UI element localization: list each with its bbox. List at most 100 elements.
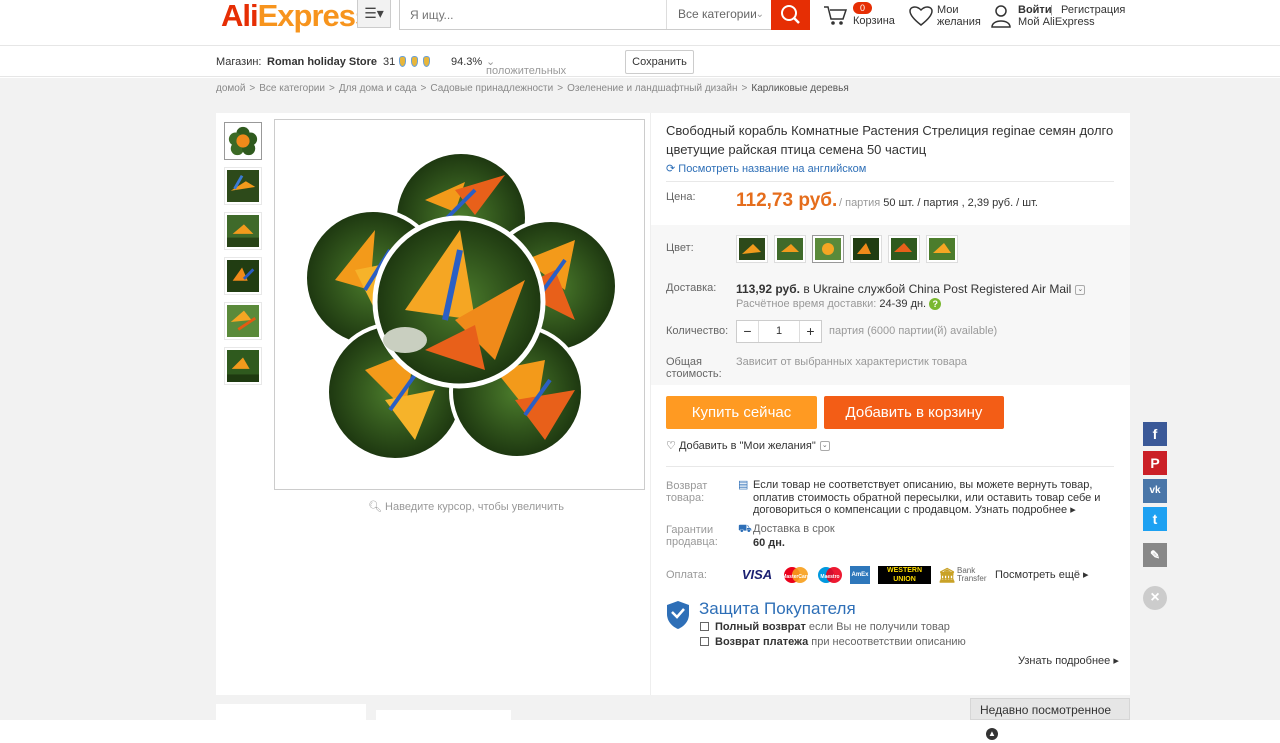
save-store-button[interactable]: Сохранить (625, 50, 694, 74)
facebook-share-icon[interactable]: f (1143, 422, 1167, 446)
product-thumbnail-image (227, 260, 259, 292)
store-score: 31 (383, 56, 396, 68)
category-menu-button[interactable]: ☰▾ (357, 0, 391, 28)
main-product-image[interactable] (274, 119, 645, 490)
quantity-label: Количество: (666, 325, 729, 337)
breadcrumb-item[interactable]: Садовые принадлежности (430, 83, 553, 94)
chevron-up-icon: ▲ (986, 728, 998, 740)
pinterest-share-icon[interactable]: P (1143, 451, 1167, 475)
color-swatch[interactable] (812, 235, 844, 263)
search-icon (781, 5, 800, 24)
returns-label: Возврат товара: (666, 480, 708, 504)
thumbnail[interactable] (224, 122, 262, 160)
search-button[interactable] (771, 0, 810, 30)
returns-more-link[interactable]: Узнать подробнее (975, 504, 1067, 516)
close-icon[interactable]: × (1143, 586, 1167, 610)
quantity-stepper: − 1 + (736, 320, 822, 343)
thumbnail[interactable] (224, 212, 262, 250)
total-note: Зависит от выбранных характеристик товар… (736, 356, 967, 368)
aliexpress-logo[interactable]: AliExpress (221, 0, 372, 33)
vk-share-icon[interactable]: vk (1143, 479, 1167, 503)
buyer-protection-title: Защита Покупателя (699, 599, 856, 618)
my-aliexpress-link[interactable]: Мой AliExpress (1018, 16, 1095, 29)
total-label: Общая стоимость: (666, 356, 722, 380)
quantity-input[interactable]: 1 (759, 321, 799, 342)
translate-title-link[interactable]: ⟳ Посмотреть название на английском (666, 162, 866, 175)
store-name[interactable]: Roman holiday Store (267, 56, 377, 69)
thumbnail[interactable] (224, 167, 262, 205)
color-swatch[interactable] (736, 235, 768, 263)
quantity-note: партия (6000 партии(й) available) (829, 325, 998, 337)
returns-icon: ▤ (738, 479, 749, 491)
add-to-cart-button[interactable]: Добавить в корзину (824, 396, 1004, 429)
column-divider (650, 113, 651, 695)
protection-item: Возврат платежа при несоответствии описа… (700, 636, 966, 648)
visa-icon: VISA (741, 567, 773, 582)
buy-now-button[interactable]: Купить сейчас (666, 396, 817, 429)
swatch-image (815, 238, 841, 260)
breadcrumb-home[interactable]: домой (216, 83, 245, 94)
swatch-image (929, 238, 955, 260)
swatch-image (777, 238, 803, 260)
swatch-image (891, 238, 917, 260)
breadcrumb-item[interactable]: Озеленение и ландшафтный дизайн (567, 83, 737, 94)
search-bar: Все категории⌄ (399, 0, 810, 30)
delivery-option[interactable]: 113,92 руб. в Ukraine службой China Post… (736, 282, 1086, 296)
payment-more-link[interactable]: Посмотреть ещё ▸ (995, 569, 1089, 582)
product-price: 112,73 руб. (736, 190, 838, 211)
maestro-icon: Maestro (816, 566, 844, 584)
positive-feedback-dropdown[interactable]: положительных отзывов ⌄ (486, 56, 566, 90)
store-bar: Магазин: Roman holiday Store 31 94.3% по… (0, 47, 1280, 90)
mastercard-icon: MasterCard (782, 566, 810, 584)
category-select[interactable]: Все категории ⌄ (666, 0, 772, 29)
breadcrumb-item[interactable]: Все категории (259, 83, 325, 94)
bank-transfer-label: Bank Transfer (957, 566, 987, 583)
medal-icon (399, 56, 406, 67)
color-swatch[interactable] (774, 235, 806, 263)
product-thumbnail-image (227, 215, 259, 247)
bird-of-paradise-flower-image (303, 150, 619, 462)
medal-icon (423, 56, 430, 67)
product-thumbnail-image (227, 305, 259, 337)
delivery-time: Расчётное время доставки: 24-39 дн. ? (736, 298, 942, 310)
zoom-hint: 🔍︎ Наведите курсор, чтобы увеличить (368, 501, 564, 513)
checkbox-icon (700, 637, 709, 646)
search-input[interactable] (410, 6, 650, 24)
thumbnail[interactable] (224, 257, 262, 295)
price-unit: / партия 50 шт. / партия , 2,39 руб. / ш… (839, 197, 1038, 209)
store-label: Магазин: (216, 56, 262, 68)
recently-viewed-bar[interactable]: Недавно посмотренное ▲ (970, 698, 1130, 740)
color-swatch[interactable] (926, 235, 958, 263)
product-thumbnail-image (227, 170, 259, 202)
product-thumbnail-image (228, 126, 258, 156)
product-thumbnail-image (227, 350, 259, 382)
maestro-wordmark: Maestro (820, 574, 839, 580)
amex-icon: AmEx (850, 566, 870, 584)
twitter-share-icon[interactable]: t (1143, 507, 1167, 531)
color-swatch[interactable] (850, 235, 882, 263)
thumbnail[interactable] (224, 347, 262, 385)
heart-icon (909, 6, 933, 26)
edit-icon[interactable]: ✎ (1143, 543, 1167, 567)
color-swatch[interactable] (888, 235, 920, 263)
swatch-image (739, 238, 765, 260)
add-to-wishlist-link[interactable]: ♡ Добавить в "Мои желания" ⌄ (666, 440, 830, 453)
increase-quantity-button[interactable]: + (799, 321, 821, 342)
translate-icon: ⟳ (666, 163, 676, 175)
positive-percent: 94.3% (451, 56, 483, 68)
guarantee-title: Доставка в срок (753, 523, 835, 535)
top-header: AliExpress ☰▾ Все категории⌄ 0 Корзина М… (0, 0, 1280, 46)
thumbnail[interactable] (224, 302, 262, 340)
help-icon[interactable]: ? (929, 298, 942, 310)
medal-icon (411, 56, 418, 67)
delivery-label: Доставка: (666, 282, 717, 294)
user-icon (991, 5, 1011, 28)
chevron-down-icon: ⌄ (819, 441, 830, 452)
decrease-quantity-button[interactable]: − (737, 321, 759, 342)
breadcrumb-item[interactable]: Для дома и сада (339, 83, 417, 94)
protection-more-link[interactable]: Узнать подробнее ▸ (1018, 654, 1119, 667)
returns-text: Если товар не соответствует описанию, вы… (753, 479, 1101, 516)
chevron-down-icon: ⌄ (755, 9, 764, 20)
western-union-icon: WESTERN UNION (878, 566, 931, 584)
breadcrumb-current: Карликовые деревья (751, 83, 849, 94)
